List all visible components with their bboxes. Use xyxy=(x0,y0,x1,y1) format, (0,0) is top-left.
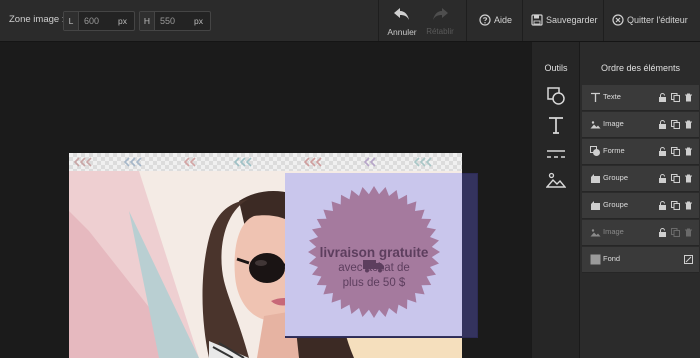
lock-icon[interactable] xyxy=(658,93,667,102)
layer-row[interactable]: Fond xyxy=(582,247,699,273)
toolbar-divider xyxy=(603,0,604,41)
width-unit: px xyxy=(118,16,127,26)
shape-icon xyxy=(590,146,600,156)
layer-row[interactable]: Texte xyxy=(582,85,699,111)
save-icon xyxy=(531,14,543,26)
duplicate-icon[interactable] xyxy=(671,120,680,129)
tools-panel: Outils xyxy=(531,42,580,358)
toolbar-divider xyxy=(378,0,379,41)
trash-icon[interactable] xyxy=(684,120,693,129)
duplicate-icon[interactable] xyxy=(671,228,680,237)
save-button[interactable]: Sauvegarder xyxy=(531,14,598,28)
text-tool[interactable] xyxy=(546,115,566,135)
image-icon xyxy=(590,121,601,129)
duplicate-icon[interactable] xyxy=(671,174,680,183)
layer-row[interactable]: Groupe xyxy=(582,193,699,219)
width-input[interactable]: 600 xyxy=(84,12,99,30)
layer-row[interactable]: Image xyxy=(582,220,699,246)
tools-title: Outils xyxy=(544,63,568,73)
group-icon xyxy=(591,201,600,210)
duplicate-icon[interactable] xyxy=(671,201,680,210)
layers-title: Ordre des éléments xyxy=(600,63,681,73)
lock-icon[interactable] xyxy=(658,147,667,156)
shapes-icon xyxy=(547,87,565,105)
image-tool[interactable] xyxy=(545,170,567,190)
trash-icon[interactable] xyxy=(684,147,693,156)
toolbar-divider xyxy=(466,0,467,41)
resize-icon[interactable] xyxy=(684,255,693,264)
toolbar-divider xyxy=(522,0,523,41)
redo-icon xyxy=(433,8,448,20)
undo-button[interactable]: Annuler xyxy=(384,7,420,37)
undo-icon xyxy=(394,8,409,20)
lines-tool[interactable] xyxy=(546,144,566,164)
layer-label: Image xyxy=(603,119,624,128)
trash-icon[interactable] xyxy=(684,93,693,102)
height-input[interactable]: 550 xyxy=(160,12,175,30)
quit-editor-label: Quitter l'éditeur xyxy=(627,15,688,25)
width-prefix: L xyxy=(64,12,79,30)
image-icon xyxy=(545,172,567,188)
lock-icon[interactable] xyxy=(658,228,667,237)
layer-label: Groupe xyxy=(603,200,629,209)
canvas-area[interactable]: livraison gratuite avec achat de plus de… xyxy=(0,42,531,358)
background-icon xyxy=(590,254,601,265)
image-icon xyxy=(590,229,601,237)
height-prefix: H xyxy=(140,12,155,30)
layer-row[interactable]: Image xyxy=(582,112,699,138)
height-field[interactable]: H 550 px xyxy=(139,11,211,31)
lock-icon[interactable] xyxy=(658,174,667,183)
layer-label: Groupe xyxy=(603,173,629,182)
promo-line-2: plus de 50 $ xyxy=(342,277,406,289)
undo-label: Annuler xyxy=(387,27,417,37)
chevron-border-decoration xyxy=(73,157,432,167)
text-icon xyxy=(549,117,563,134)
redo-label: Rétablir xyxy=(426,27,454,36)
height-unit: px xyxy=(194,16,203,26)
group-icon xyxy=(591,174,600,183)
layer-label: Fond xyxy=(603,254,621,263)
layer-row[interactable]: Forme xyxy=(582,139,699,165)
help-label: Aide xyxy=(494,15,513,25)
layer-label: Image xyxy=(603,227,624,236)
redo-button[interactable]: Rétablir xyxy=(424,7,456,36)
layer-label: Forme xyxy=(603,146,625,155)
zone-image-label: Zone image : xyxy=(9,14,65,25)
trash-icon[interactable] xyxy=(684,174,693,183)
help-button[interactable]: Aide xyxy=(479,14,519,28)
lines-icon xyxy=(547,150,565,158)
layers-panel: Ordre des éléments Texte Image Forme Gro… xyxy=(579,42,700,358)
text-icon xyxy=(591,92,600,102)
duplicate-icon[interactable] xyxy=(671,93,680,102)
quit-editor-button[interactable]: Quitter l'éditeur xyxy=(612,14,696,28)
layer-row[interactable]: Groupe xyxy=(582,166,699,192)
close-icon xyxy=(612,14,624,26)
shapes-tool[interactable] xyxy=(546,86,566,106)
layer-label: Texte xyxy=(603,92,621,101)
save-label: Sauvegarder xyxy=(546,15,598,25)
promo-line-1: avec achat de xyxy=(338,262,410,274)
help-icon xyxy=(479,14,491,26)
width-field[interactable]: L 600 px xyxy=(63,11,135,31)
promo-title: livraison gratuite xyxy=(319,245,429,260)
trash-icon[interactable] xyxy=(684,201,693,210)
top-toolbar: Zone image : L 600 px H 550 px Annuler R… xyxy=(0,0,700,42)
duplicate-icon[interactable] xyxy=(671,147,680,156)
lock-icon[interactable] xyxy=(658,120,667,129)
lock-icon[interactable] xyxy=(658,201,667,210)
trash-icon[interactable] xyxy=(684,228,693,237)
